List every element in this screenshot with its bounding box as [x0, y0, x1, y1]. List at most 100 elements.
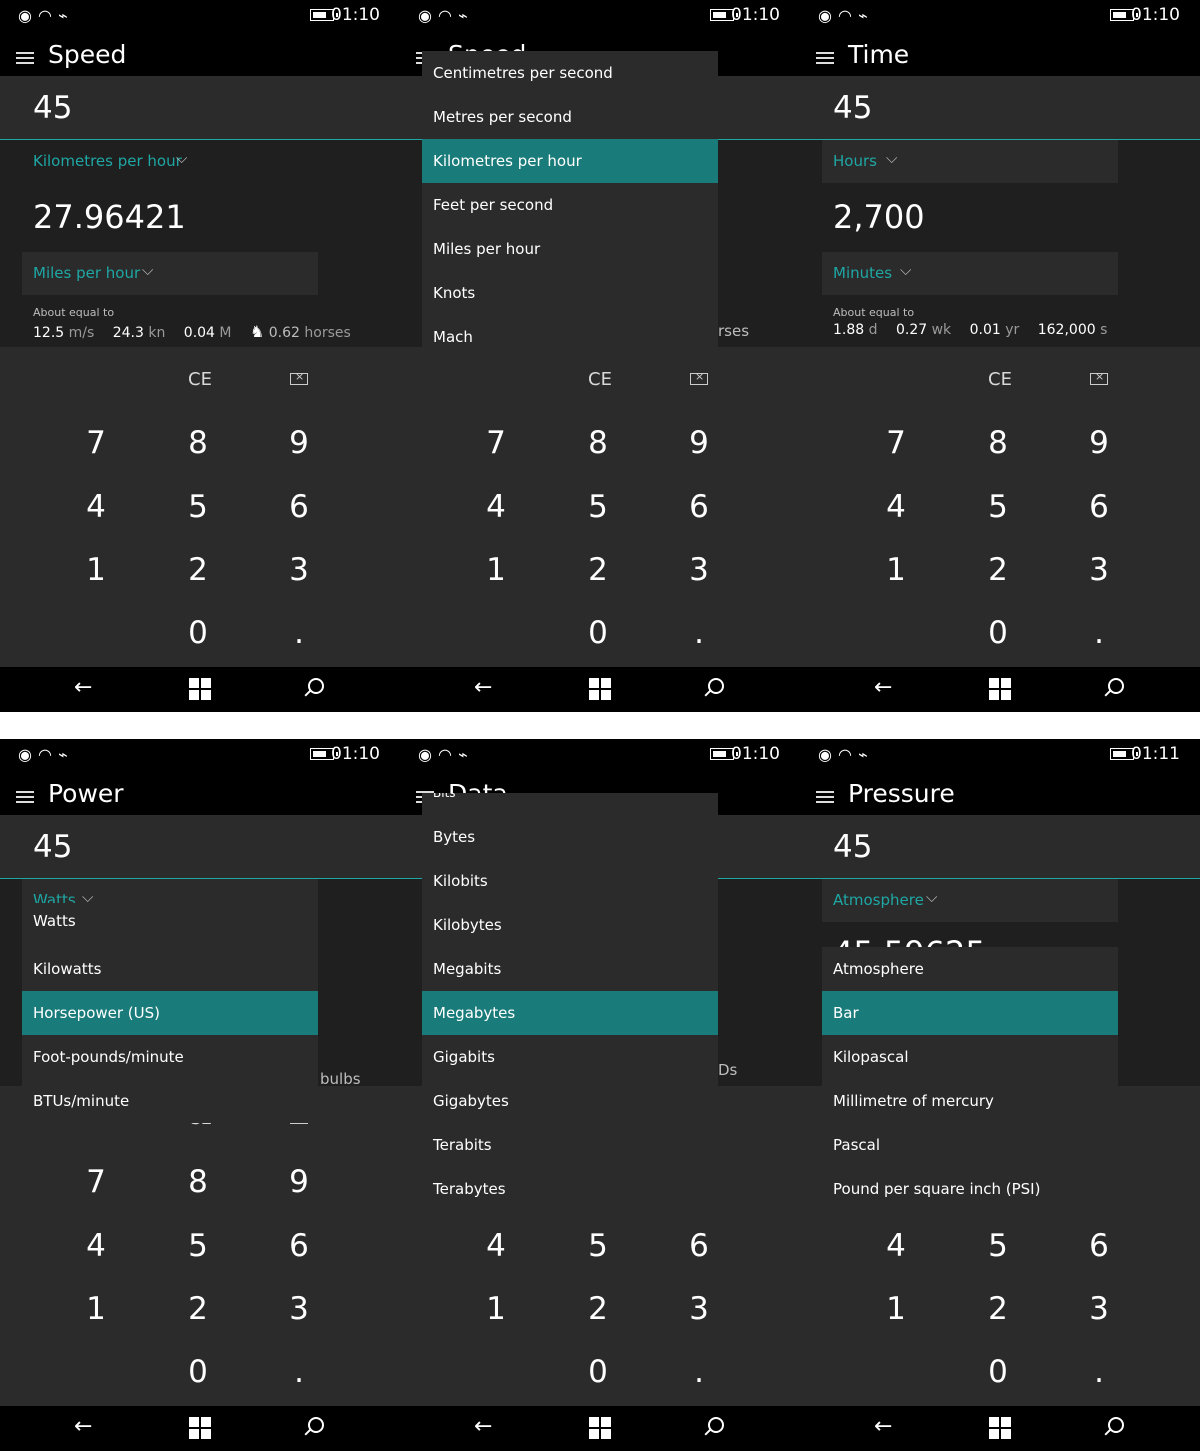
- clear-entry-button[interactable]: CE: [988, 369, 1012, 390]
- dropdown-item[interactable]: Atmosphere: [822, 947, 1118, 991]
- key-8[interactable]: 8: [578, 425, 618, 461]
- key-7[interactable]: 7: [76, 425, 116, 461]
- dropdown-item-selected[interactable]: Bar: [822, 991, 1118, 1035]
- dropdown-item[interactable]: Millimetre of mercury: [822, 1079, 1118, 1123]
- dropdown-item[interactable]: Miles per hour: [422, 227, 718, 271]
- backspace-icon[interactable]: [690, 370, 708, 385]
- key-1[interactable]: 1: [476, 1291, 516, 1327]
- key-8[interactable]: 8: [178, 1164, 218, 1200]
- backspace-icon[interactable]: [290, 370, 308, 385]
- windows-start-icon[interactable]: [189, 678, 211, 700]
- dropdown-item[interactable]: Pound per square inch (PSI): [822, 1167, 1118, 1211]
- dropdown-item[interactable]: Centimetres per second: [422, 51, 718, 95]
- input-field[interactable]: 45: [800, 76, 1200, 140]
- key-3[interactable]: 3: [1079, 1291, 1119, 1327]
- key-6[interactable]: 6: [1079, 1228, 1119, 1264]
- input-field[interactable]: 45: [0, 815, 400, 879]
- key-2[interactable]: 2: [578, 552, 618, 588]
- dropdown-item[interactable]: Foot-pounds/minute: [22, 1035, 318, 1079]
- dropdown-item[interactable]: BTUs/minute: [22, 1079, 318, 1123]
- key-0[interactable]: 0: [578, 1354, 618, 1390]
- backspace-icon[interactable]: [1090, 370, 1108, 385]
- key-0[interactable]: 0: [178, 1354, 218, 1390]
- windows-start-icon[interactable]: [589, 678, 611, 700]
- key-5[interactable]: 5: [578, 1228, 618, 1264]
- back-arrow-icon[interactable]: ←: [874, 1414, 892, 1439]
- key-7[interactable]: 7: [476, 425, 516, 461]
- key-0[interactable]: 0: [978, 615, 1018, 651]
- key-2[interactable]: 2: [178, 1291, 218, 1327]
- hamburger-menu-icon[interactable]: [816, 791, 834, 803]
- dropdown-item[interactable]: Kilobits: [422, 859, 718, 903]
- key-2[interactable]: 2: [178, 552, 218, 588]
- back-arrow-icon[interactable]: ←: [474, 675, 492, 700]
- clear-entry-button[interactable]: CE: [588, 369, 612, 390]
- key-5[interactable]: 5: [978, 489, 1018, 525]
- key-3[interactable]: 3: [1079, 552, 1119, 588]
- dropdown-item[interactable]: Metres per second: [422, 95, 718, 139]
- key-1[interactable]: 1: [476, 552, 516, 588]
- key-decimal[interactable]: .: [279, 1354, 319, 1390]
- key-6[interactable]: 6: [1079, 489, 1119, 525]
- key-decimal[interactable]: .: [1079, 1354, 1119, 1390]
- key-3[interactable]: 3: [279, 552, 319, 588]
- key-6[interactable]: 6: [679, 489, 719, 525]
- dropdown-item-selected[interactable]: Horsepower (US): [22, 991, 318, 1035]
- key-2[interactable]: 2: [978, 552, 1018, 588]
- windows-start-icon[interactable]: [989, 678, 1011, 700]
- key-decimal[interactable]: .: [679, 1354, 719, 1390]
- dropdown-item[interactable]: Knots: [422, 271, 718, 315]
- clear-entry-button[interactable]: CE: [188, 369, 212, 390]
- search-icon[interactable]: [708, 1417, 724, 1433]
- key-decimal[interactable]: .: [279, 615, 319, 651]
- search-icon[interactable]: [1108, 678, 1124, 694]
- hamburger-menu-icon[interactable]: [16, 52, 34, 64]
- back-arrow-icon[interactable]: ←: [74, 675, 92, 700]
- to-unit-select[interactable]: Miles per hour ⌵: [22, 252, 318, 295]
- key-9[interactable]: 9: [279, 425, 319, 461]
- dropdown-item[interactable]: Gigabits: [422, 1035, 718, 1079]
- key-4[interactable]: 4: [476, 489, 516, 525]
- input-field[interactable]: 45: [800, 815, 1200, 879]
- key-5[interactable]: 5: [178, 489, 218, 525]
- dropdown-item[interactable]: Terabytes: [422, 1167, 718, 1211]
- key-4[interactable]: 4: [876, 489, 916, 525]
- dropdown-item[interactable]: Kilowatts: [22, 947, 318, 991]
- key-5[interactable]: 5: [978, 1228, 1018, 1264]
- back-arrow-icon[interactable]: ←: [474, 1414, 492, 1439]
- dropdown-item[interactable]: Kilopascal: [822, 1035, 1118, 1079]
- windows-start-icon[interactable]: [589, 1417, 611, 1439]
- key-7[interactable]: 7: [76, 1164, 116, 1200]
- key-6[interactable]: 6: [679, 1228, 719, 1264]
- dropdown-item-selected[interactable]: Kilometres per hour: [422, 139, 718, 183]
- key-4[interactable]: 4: [76, 489, 116, 525]
- key-3[interactable]: 3: [679, 1291, 719, 1327]
- hamburger-menu-icon[interactable]: [816, 52, 834, 64]
- dropdown-item-selected[interactable]: Megabytes: [422, 991, 718, 1035]
- dropdown-item[interactable]: Watts: [22, 903, 318, 947]
- key-8[interactable]: 8: [978, 425, 1018, 461]
- key-6[interactable]: 6: [279, 1228, 319, 1264]
- dropdown-item[interactable]: Terabits: [422, 1123, 718, 1167]
- windows-start-icon[interactable]: [189, 1417, 211, 1439]
- dropdown-item[interactable]: Kilobytes: [422, 903, 718, 947]
- key-3[interactable]: 3: [279, 1291, 319, 1327]
- key-1[interactable]: 1: [76, 552, 116, 588]
- key-2[interactable]: 2: [978, 1291, 1018, 1327]
- key-0[interactable]: 0: [178, 615, 218, 651]
- dropdown-item[interactable]: Feet per second: [422, 183, 718, 227]
- from-unit-select[interactable]: Hours ⌵: [822, 140, 1118, 183]
- key-1[interactable]: 1: [76, 1291, 116, 1327]
- dropdown-item[interactable]: Bits: [422, 793, 718, 815]
- key-3[interactable]: 3: [679, 552, 719, 588]
- key-8[interactable]: 8: [178, 425, 218, 461]
- key-decimal[interactable]: .: [1079, 615, 1119, 651]
- dropdown-item[interactable]: Gigabytes: [422, 1079, 718, 1123]
- back-arrow-icon[interactable]: ←: [74, 1414, 92, 1439]
- back-arrow-icon[interactable]: ←: [874, 675, 892, 700]
- to-unit-select[interactable]: Minutes ⌵: [822, 252, 1118, 295]
- search-icon[interactable]: [708, 678, 724, 694]
- from-unit-select[interactable]: Kilometres per hour ⌵: [22, 140, 318, 183]
- search-icon[interactable]: [1108, 1417, 1124, 1433]
- key-7[interactable]: 7: [876, 425, 916, 461]
